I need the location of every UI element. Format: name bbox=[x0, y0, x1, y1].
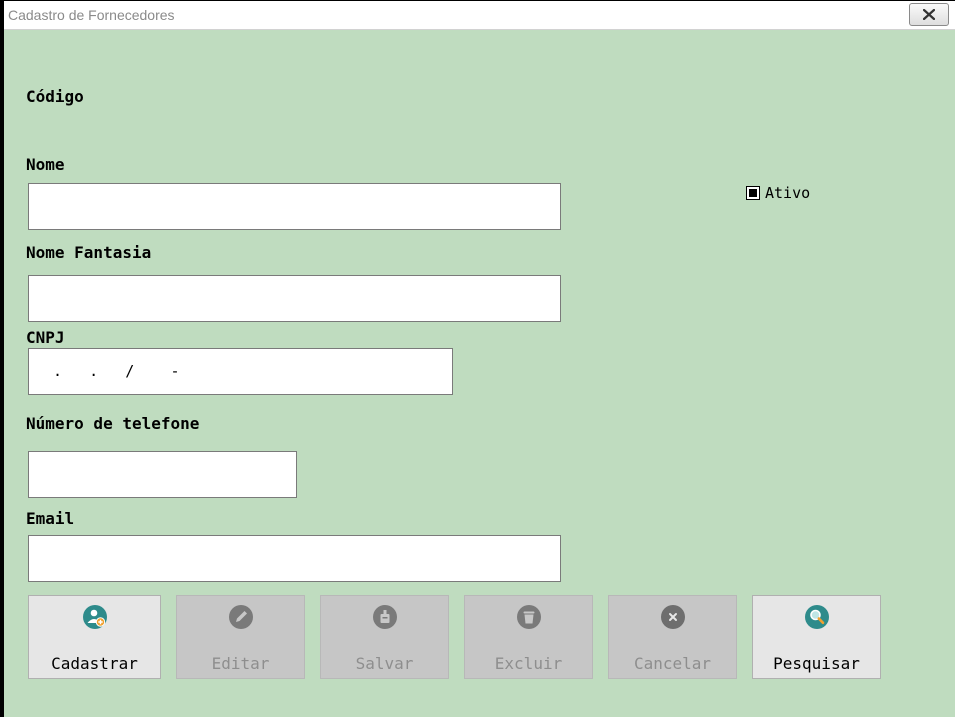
telefone-input[interactable] bbox=[28, 451, 297, 498]
trash-icon bbox=[516, 605, 541, 629]
pesquisar-label: Pesquisar bbox=[773, 654, 860, 673]
nome-fantasia-input[interactable] bbox=[28, 275, 561, 322]
telefone-label: Número de telefone bbox=[26, 414, 200, 433]
salvar-label: Salvar bbox=[355, 654, 414, 673]
pencil-icon bbox=[228, 605, 253, 629]
editar-button[interactable]: Editar bbox=[176, 595, 305, 679]
cadastrar-label: Cadastrar bbox=[51, 654, 138, 673]
cancelar-label: Cancelar bbox=[633, 654, 712, 673]
title-bar: Cadastro de Fornecedores bbox=[4, 1, 955, 30]
window-title: Cadastro de Fornecedores bbox=[8, 7, 175, 23]
cadastrar-button[interactable]: Cadastrar bbox=[28, 595, 161, 679]
email-input[interactable] bbox=[28, 535, 561, 582]
save-icon bbox=[372, 605, 397, 629]
search-icon bbox=[804, 605, 829, 629]
close-icon bbox=[923, 9, 935, 20]
add-user-icon bbox=[82, 605, 107, 629]
cnpj-input[interactable]: . . / - bbox=[28, 348, 453, 395]
excluir-label: Excluir bbox=[494, 654, 563, 673]
nome-label: Nome bbox=[26, 155, 65, 174]
cancelar-button[interactable]: Cancelar bbox=[608, 595, 737, 679]
ativo-label: Ativo bbox=[765, 184, 811, 202]
nome-input[interactable] bbox=[28, 183, 561, 230]
close-button[interactable] bbox=[909, 3, 949, 26]
email-label: Email bbox=[26, 509, 75, 528]
pesquisar-button[interactable]: Pesquisar bbox=[752, 595, 881, 679]
codigo-label: Código bbox=[26, 87, 84, 106]
editar-label: Editar bbox=[211, 654, 270, 673]
cancel-icon bbox=[660, 605, 685, 629]
ativo-checkbox-box[interactable] bbox=[746, 186, 760, 200]
cnpj-label: CNPJ bbox=[26, 328, 65, 347]
nome-fantasia-label: Nome Fantasia bbox=[26, 243, 152, 262]
excluir-button[interactable]: Excluir bbox=[464, 595, 593, 679]
ativo-check-mark bbox=[749, 189, 757, 197]
salvar-button[interactable]: Salvar bbox=[320, 595, 449, 679]
supplier-registration-window: Cadastro de Fornecedores Código Nome Ati… bbox=[0, 0, 955, 717]
